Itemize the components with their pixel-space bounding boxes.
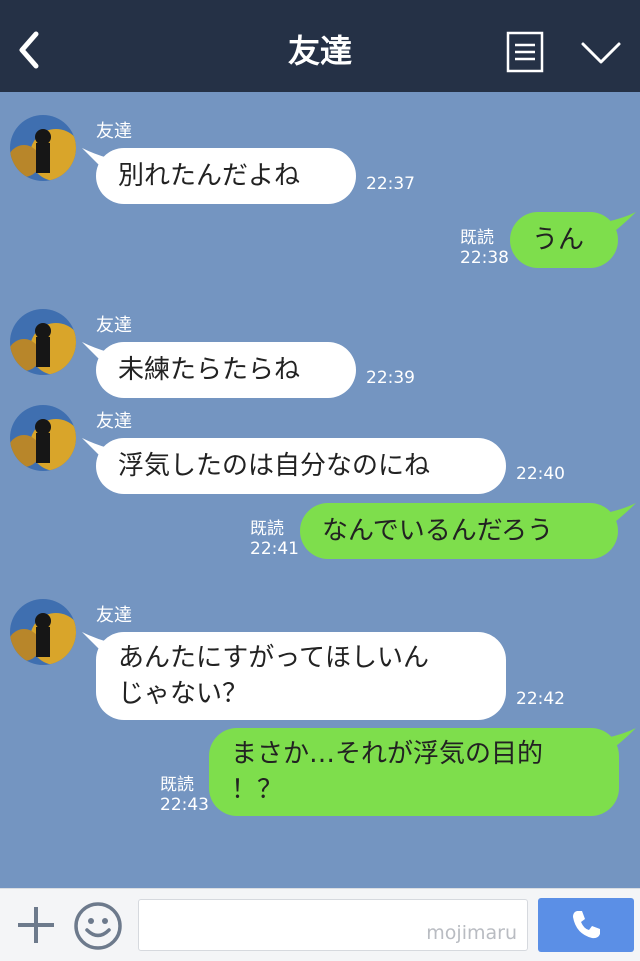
message-bubble[interactable]: うん — [510, 212, 618, 268]
message-bubble[interactable]: まさか…それが浮気の目的 ！？ — [209, 728, 619, 816]
message-bubble[interactable]: 浮気したのは自分なのにね — [96, 438, 506, 494]
read-label: 既読 — [250, 519, 284, 539]
message-text: 未練たらたらね — [118, 355, 301, 385]
chevron-down-icon[interactable] — [580, 40, 622, 66]
message-time: 22:40 — [516, 464, 565, 484]
read-label: 既読 — [460, 228, 494, 248]
read-label: 既読 — [160, 775, 194, 795]
message-text: 浮気したのは自分なのにね — [118, 451, 431, 481]
message-time: 22:42 — [516, 689, 565, 709]
message-time: 22:38 — [460, 248, 509, 268]
avatar[interactable] — [10, 309, 76, 375]
input-bar: mojimaru — [0, 888, 640, 961]
avatar[interactable] — [10, 405, 76, 471]
read-receipt: 既読 22:38 — [460, 228, 509, 268]
sender-name: 友達 — [96, 605, 132, 626]
message-time: 22:43 — [160, 795, 209, 815]
chat-header: 友達 — [0, 0, 640, 92]
notes-icon[interactable] — [506, 31, 544, 73]
bubble-tail — [606, 728, 636, 754]
message-time: 22:41 — [250, 539, 299, 559]
read-receipt: 既読 22:41 — [250, 519, 299, 559]
message-text: 別れたんだよね — [118, 161, 301, 191]
avatar[interactable] — [10, 115, 76, 181]
message-bubble[interactable]: 未練たらたらね — [96, 342, 356, 398]
phone-icon — [573, 911, 600, 939]
read-receipt: 既読 22:43 — [160, 775, 209, 815]
chat-title: 友達 — [287, 32, 352, 70]
sender-name: 友達 — [96, 121, 132, 142]
message-text-line: まさか…それが浮気の目的 — [231, 739, 544, 769]
message-input[interactable]: mojimaru — [138, 899, 528, 951]
message-time: 22:37 — [366, 174, 415, 194]
message-text-line: あんたにすがってほしいん — [118, 643, 429, 673]
bubble-tail — [606, 503, 636, 529]
call-button[interactable] — [538, 898, 634, 952]
message-text: なんでいるんだろう — [322, 516, 554, 546]
message-text-line: ！？ — [231, 775, 284, 805]
watermark-text: mojimaru — [426, 922, 517, 944]
bubble-tail — [606, 212, 636, 238]
message-bubble[interactable]: なんでいるんだろう — [300, 503, 618, 559]
plus-icon[interactable] — [14, 903, 58, 947]
message-bubble[interactable]: あんたにすがってほしいん じゃない？ — [96, 632, 506, 720]
chat-area[interactable]: 友達 別れたんだよね 22:37 既読 22:38 うん 友達 未練たらたらね … — [0, 92, 640, 888]
message-bubble[interactable]: 別れたんだよね — [96, 148, 356, 204]
message-text-line: じゃない？ — [118, 679, 249, 709]
message-text: うん — [532, 225, 585, 255]
sender-name: 友達 — [96, 411, 132, 432]
message-time: 22:39 — [366, 368, 415, 388]
sender-name: 友達 — [96, 315, 132, 336]
avatar[interactable] — [10, 599, 76, 665]
smiley-icon[interactable] — [73, 901, 123, 951]
